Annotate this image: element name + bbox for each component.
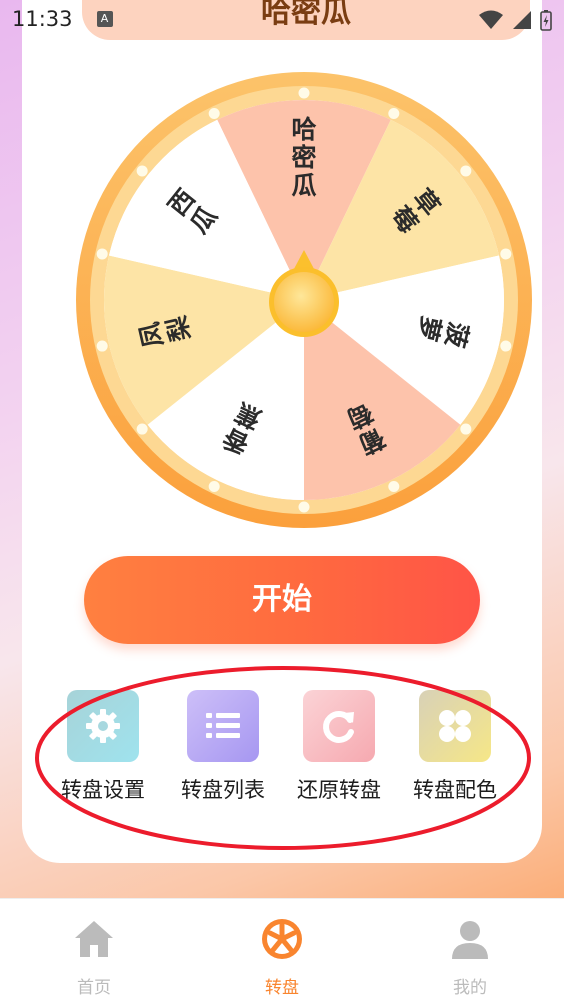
- svg-text:哈密瓜: 哈密瓜: [291, 115, 316, 200]
- notification-badge: A: [96, 11, 113, 27]
- wheel-segment-label: 哈密瓜: [291, 115, 316, 200]
- rim-light: [208, 481, 220, 493]
- highlight-ellipse: [35, 666, 531, 850]
- tab-profile[interactable]: 我的: [410, 899, 530, 1004]
- tab-wheel[interactable]: 转盘: [222, 899, 342, 1004]
- rim-light: [96, 248, 108, 260]
- bottom-tabbar: 首页 转盘 我的: [0, 898, 564, 1004]
- rim-light: [500, 248, 512, 260]
- wheel-graphic[interactable]: 哈密瓜 草莓菠萝葡萄香蕉凤梨西瓜: [74, 70, 534, 530]
- status-bar: 11:33 A: [0, 0, 564, 38]
- wheel-hub: [274, 272, 334, 332]
- rim-light: [500, 340, 512, 352]
- signal-icon: [513, 11, 531, 29]
- rim-light: [460, 423, 472, 435]
- user-icon: [452, 921, 488, 959]
- tab-profile-label: 我的: [453, 978, 487, 998]
- rim-light: [136, 165, 148, 177]
- start-button[interactable]: 开始: [84, 556, 480, 644]
- rim-light: [298, 501, 310, 513]
- tab-home-label: 首页: [77, 978, 111, 998]
- rim-light: [298, 87, 310, 99]
- home-icon: [75, 921, 113, 957]
- rim-light: [460, 165, 472, 177]
- status-indicators: [478, 9, 552, 31]
- battery-icon: [540, 10, 552, 31]
- tab-wheel-label: 转盘: [265, 978, 299, 998]
- rim-light: [208, 107, 220, 119]
- rim-light: [96, 340, 108, 352]
- spin-wheel[interactable]: 哈密瓜 草莓 菠萝 葡萄 香蕉 凤梨 西瓜: [74, 70, 534, 530]
- tab-home[interactable]: 首页: [34, 899, 154, 1004]
- wheel-icon: [262, 919, 302, 959]
- status-time: 11:33: [12, 7, 73, 31]
- wifi-icon: [479, 10, 503, 29]
- rim-light: [388, 481, 400, 493]
- rim-light: [136, 423, 148, 435]
- rim-light: [388, 107, 400, 119]
